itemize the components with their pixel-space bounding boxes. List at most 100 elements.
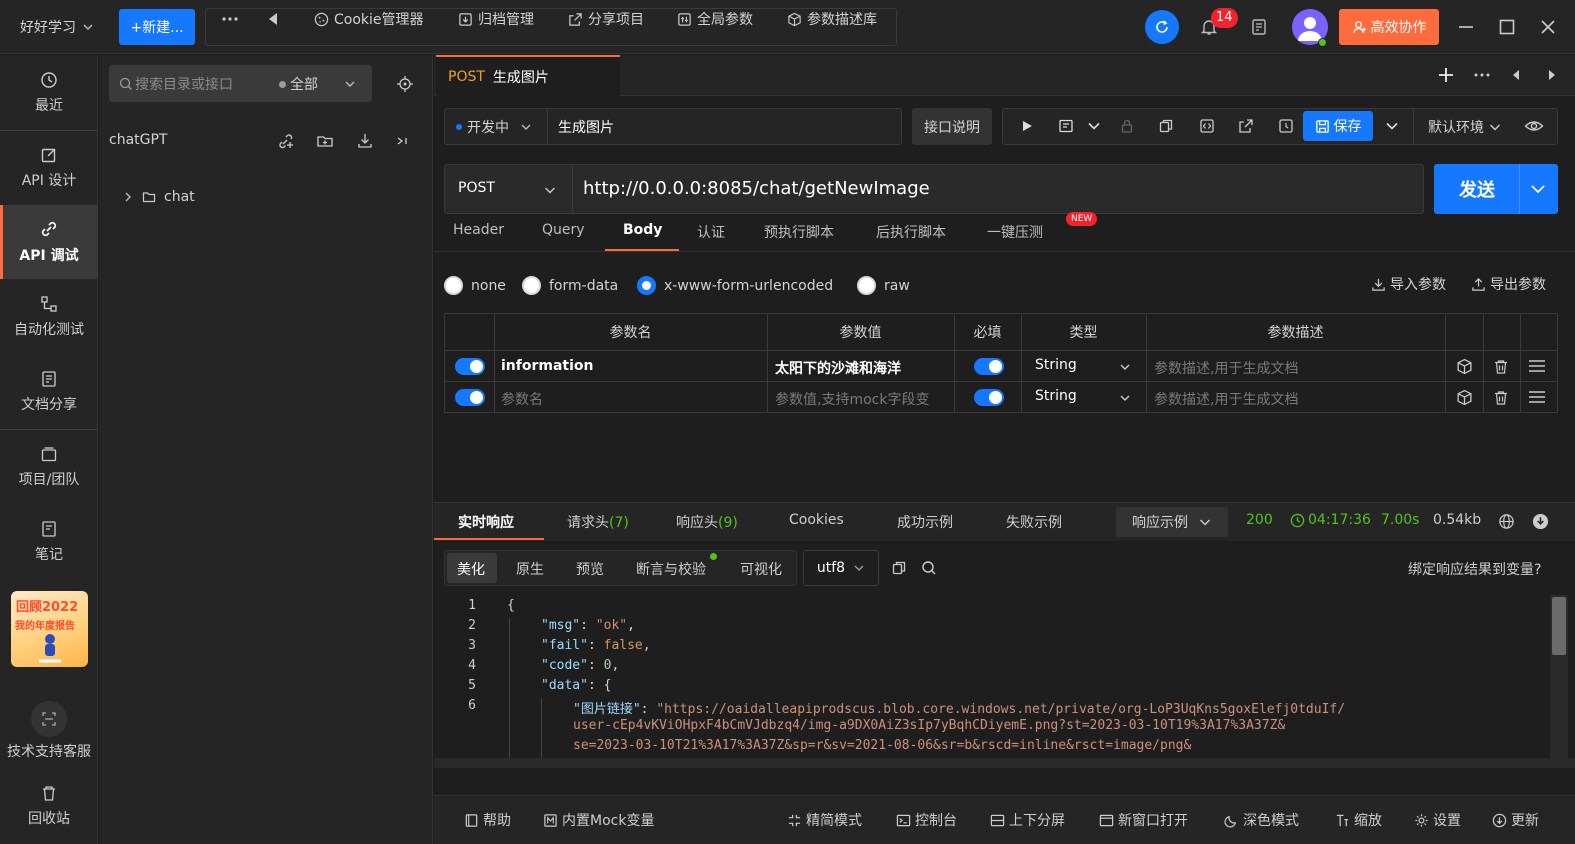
sync-button[interactable]: [1145, 10, 1179, 44]
trash-label[interactable]: 回收站: [0, 808, 98, 828]
type-select[interactable]: String: [1035, 357, 1077, 373]
help-button[interactable]: 帮助: [464, 810, 511, 830]
response-example-select[interactable]: 响应示例: [1116, 507, 1228, 537]
row-enable-toggle[interactable]: [455, 358, 485, 375]
radio-none[interactable]: none: [444, 276, 506, 295]
drag-handle-icon[interactable]: [1528, 389, 1546, 405]
param-desc-cell[interactable]: 参数描述,用于生成文档: [1154, 358, 1298, 378]
tab-cookies[interactable]: Cookies: [789, 512, 844, 528]
tab-failure-example[interactable]: 失败示例: [1006, 512, 1062, 532]
param-desc-input[interactable]: 参数描述,用于生成文档: [1154, 389, 1298, 409]
globe-icon[interactable]: [1498, 513, 1515, 530]
send-button[interactable]: 发送: [1434, 164, 1520, 214]
update-button[interactable]: 更新: [1492, 810, 1539, 830]
tab-pre-script[interactable]: 预执行脚本: [764, 222, 834, 242]
collapse-left-icon[interactable]: [266, 9, 280, 29]
radio-raw[interactable]: raw: [857, 276, 910, 295]
delete-icon[interactable]: [1493, 358, 1509, 375]
chevron-down-icon[interactable]: [1086, 118, 1102, 134]
api-status-select[interactable]: 开发中: [456, 117, 532, 137]
view-pretty[interactable]: 美化: [457, 559, 485, 579]
bind-to-variable-link[interactable]: 绑定响应结果到变量?: [1408, 559, 1541, 579]
close-icon[interactable]: [1538, 17, 1558, 37]
save-options-icon[interactable]: [1384, 118, 1400, 134]
tab-response-headers[interactable]: 响应头(9): [676, 512, 738, 532]
scope-select[interactable]: 全部: [279, 74, 356, 94]
history-icon[interactable]: [1278, 118, 1294, 134]
tab-next-icon[interactable]: [1545, 67, 1559, 83]
tab-auth[interactable]: 认证: [697, 222, 725, 242]
save-button[interactable]: 保存: [1303, 111, 1373, 141]
nav-doc-share[interactable]: 文档分享: [0, 355, 98, 429]
cube-icon[interactable]: [1456, 358, 1473, 375]
view-raw[interactable]: 原生: [516, 559, 544, 579]
horizontal-scrollbar[interactable]: [434, 758, 1575, 768]
tab-query[interactable]: Query: [542, 222, 585, 238]
new-window-button[interactable]: 新窗口打开: [1099, 810, 1188, 830]
export-params-button[interactable]: 导出参数: [1471, 274, 1546, 294]
view-preview[interactable]: 预览: [576, 559, 604, 579]
share-icon[interactable]: [1238, 118, 1254, 134]
tab-request-headers[interactable]: 请求头(7): [567, 512, 629, 532]
copy-icon[interactable]: [1158, 118, 1174, 134]
add-api-icon[interactable]: [277, 132, 295, 150]
console-button[interactable]: 控制台: [896, 810, 957, 830]
import-params-button[interactable]: 导入参数: [1371, 274, 1446, 294]
delete-icon[interactable]: [1493, 389, 1509, 406]
chevron-down-icon[interactable]: [543, 183, 557, 197]
more-actions-icon[interactable]: [396, 132, 410, 150]
drag-handle-icon[interactable]: [1528, 358, 1546, 374]
nav-auto-test[interactable]: 自动化测试: [0, 280, 98, 354]
param-value-cell[interactable]: 太阳下的沙滩和海洋: [775, 358, 950, 378]
add-folder-icon[interactable]: [316, 132, 334, 150]
cookie-manager-button[interactable]: Cookie管理器: [314, 9, 424, 29]
nav-recent[interactable]: 最近: [0, 56, 98, 130]
zoom-button[interactable]: 缩放: [1335, 810, 1382, 830]
tab-generate-image[interactable]: POST 生成图片: [436, 55, 620, 96]
api-doc-button[interactable]: 接口说明: [912, 108, 992, 145]
tab-load-test[interactable]: 一键压测: [987, 222, 1043, 242]
import-icon[interactable]: [356, 132, 374, 150]
collab-button[interactable]: 高效协作: [1339, 9, 1439, 45]
tab-live-response[interactable]: 实时响应: [458, 512, 514, 532]
share-project-button[interactable]: 分享项目: [568, 9, 644, 29]
environment-select[interactable]: 默认环境: [1428, 117, 1502, 137]
trash-icon[interactable]: [40, 784, 58, 802]
param-name-cell[interactable]: information: [501, 358, 594, 374]
support-icon[interactable]: [31, 701, 67, 737]
mock-vars-button[interactable]: 内置Mock变量: [543, 810, 654, 830]
add-tab-icon[interactable]: [1436, 65, 1456, 85]
nav-notes[interactable]: 笔记: [0, 505, 98, 579]
param-desc-library-button[interactable]: 参数描述库: [787, 9, 877, 29]
nav-project-team[interactable]: 项目/团队: [0, 430, 98, 504]
settings-button[interactable]: 设置: [1414, 810, 1461, 830]
archive-button[interactable]: 归档管理: [458, 9, 534, 29]
copy-response-icon[interactable]: [891, 560, 907, 576]
tab-more-icon[interactable]: [1472, 65, 1492, 85]
run-icon[interactable]: [1019, 118, 1035, 134]
chevron-down-icon[interactable]: [1119, 361, 1131, 373]
more-icon[interactable]: [220, 9, 240, 29]
search-icon[interactable]: [921, 560, 937, 576]
param-value-input[interactable]: 参数值,支持mock字段变: [775, 389, 950, 409]
send-options-icon[interactable]: [1529, 181, 1547, 197]
method-select[interactable]: POST: [458, 180, 495, 196]
encoding-select[interactable]: utf8: [803, 550, 879, 586]
view-assertions[interactable]: 断言与校验: [636, 559, 706, 579]
global-params-button[interactable]: 全局参数: [677, 9, 753, 29]
compact-mode-button[interactable]: 精简模式: [787, 810, 862, 830]
row-enable-toggle[interactable]: [455, 389, 485, 406]
chevron-down-icon[interactable]: [1119, 392, 1131, 404]
maximize-icon[interactable]: [1497, 17, 1517, 37]
tree-folder-chat[interactable]: chat: [122, 189, 195, 205]
required-toggle[interactable]: [974, 358, 1004, 375]
tab-success-example[interactable]: 成功示例: [897, 512, 953, 532]
nav-api-design[interactable]: API 设计: [0, 131, 98, 205]
radio-urlencoded[interactable]: x-www-form-urlencoded: [637, 276, 833, 295]
new-button[interactable]: +新建...: [119, 9, 195, 45]
required-toggle[interactable]: [974, 389, 1004, 406]
annual-report-banner[interactable]: 回顾2022 我的年度报告: [11, 591, 88, 667]
param-name-input[interactable]: 参数名: [501, 389, 543, 409]
support-label[interactable]: 技术支持客服: [0, 741, 98, 761]
radio-form-data[interactable]: form-data: [522, 276, 618, 295]
